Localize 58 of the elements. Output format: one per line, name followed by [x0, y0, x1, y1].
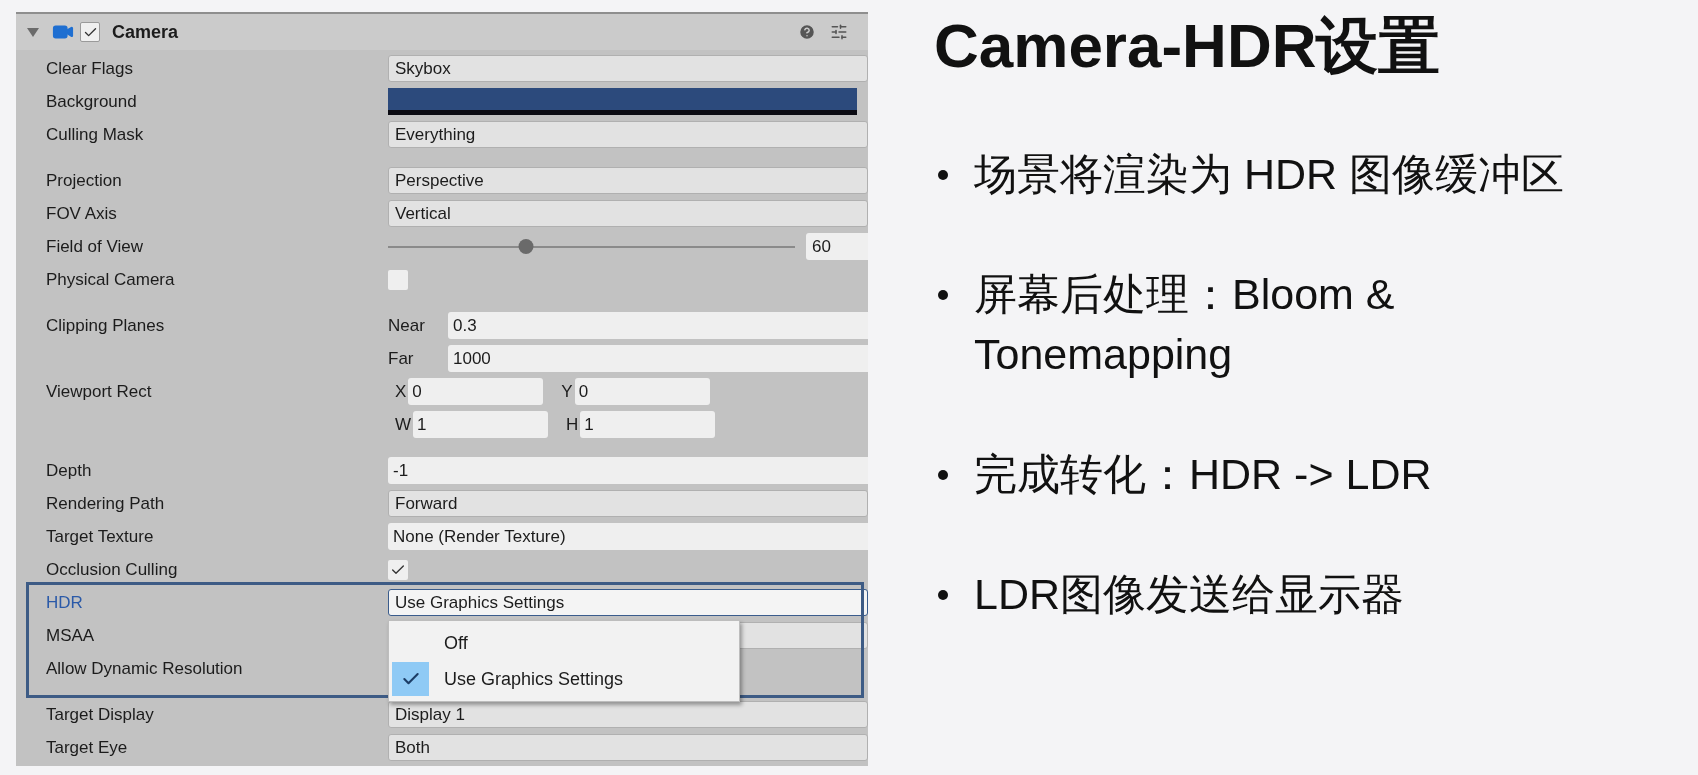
number-field[interactable]: 0	[408, 378, 544, 405]
dropdown[interactable]: Display 1	[388, 701, 868, 728]
slide-title: Camera-HDR设置	[934, 10, 1442, 82]
input-field[interactable]: None (Render Texture)	[388, 523, 868, 550]
property-label: Clipping Planes	[46, 315, 165, 335]
number-field[interactable]: 1	[413, 411, 549, 438]
slider[interactable]	[388, 238, 795, 255]
property-label: Background	[46, 91, 137, 111]
property-label: Target Eye	[46, 737, 128, 757]
triangle-down-icon[interactable]	[26, 25, 40, 39]
number-field[interactable]: 60	[806, 233, 868, 260]
property-label: Target Display	[46, 704, 154, 724]
field-label: Near	[388, 314, 426, 337]
number-field[interactable]: 1000	[448, 345, 868, 372]
property-label: MSAA	[46, 625, 95, 645]
enable-checkbox[interactable]	[80, 22, 100, 42]
menu-item[interactable]: Use Graphics Settings	[389, 661, 739, 697]
property-label: Projection	[46, 170, 122, 190]
dropdown[interactable]: Perspective	[388, 167, 868, 194]
number-field[interactable]: 0	[574, 378, 710, 405]
settings-icon[interactable]	[830, 23, 848, 41]
property-label: Field of View	[46, 236, 143, 256]
property-label: Viewport Rect	[46, 381, 152, 401]
slider-thumb[interactable]	[518, 239, 534, 254]
field-label: Y	[561, 380, 573, 403]
checkbox[interactable]	[388, 269, 408, 290]
field-label: Far	[388, 347, 415, 370]
dropdown[interactable]: Skybox	[388, 55, 868, 82]
dropdown[interactable]: Everything	[388, 121, 868, 148]
property-label: Depth	[46, 460, 92, 480]
menu-item[interactable]: Off	[389, 625, 739, 661]
property-label: HDR	[46, 592, 83, 612]
bullet-text: LDR图像发送给显示器	[974, 569, 1406, 620]
bullet-text: 完成转化：HDR -> LDR	[974, 449, 1433, 500]
property-label: Rendering Path	[46, 493, 165, 513]
dropdown[interactable]: Vertical	[388, 200, 868, 227]
field-label: X	[395, 380, 407, 403]
component-title: Camera	[112, 20, 179, 44]
field-label: W	[395, 413, 412, 436]
property-label: Occlusion Culling	[46, 559, 178, 579]
input-field[interactable]: -1	[388, 457, 868, 484]
property-label: Physical Camera	[46, 269, 175, 289]
property-label: Allow Dynamic Resolution	[46, 658, 243, 678]
property-label: Target Texture	[46, 526, 154, 546]
dropdown[interactable]: Use Graphics Settings	[388, 589, 868, 616]
property-label: FOV Axis	[46, 203, 117, 223]
dropdown[interactable]: Both	[388, 734, 868, 761]
bullet-text: 屏幕后处理：Bloom & Tonemapping	[974, 269, 1396, 380]
number-field[interactable]: 1	[580, 411, 716, 438]
color-field[interactable]	[388, 88, 857, 115]
dropdown[interactable]: Forward	[388, 490, 868, 517]
property-label: Culling Mask	[46, 124, 144, 144]
field-label: H	[566, 413, 579, 436]
bullet-text: 场景将渲染为 HDR 图像缓冲区	[974, 149, 1566, 200]
checkbox[interactable]	[388, 559, 408, 580]
help-icon[interactable]	[798, 23, 816, 41]
property-label: Clear Flags	[46, 58, 133, 78]
number-field[interactable]: 0.3	[448, 312, 868, 339]
